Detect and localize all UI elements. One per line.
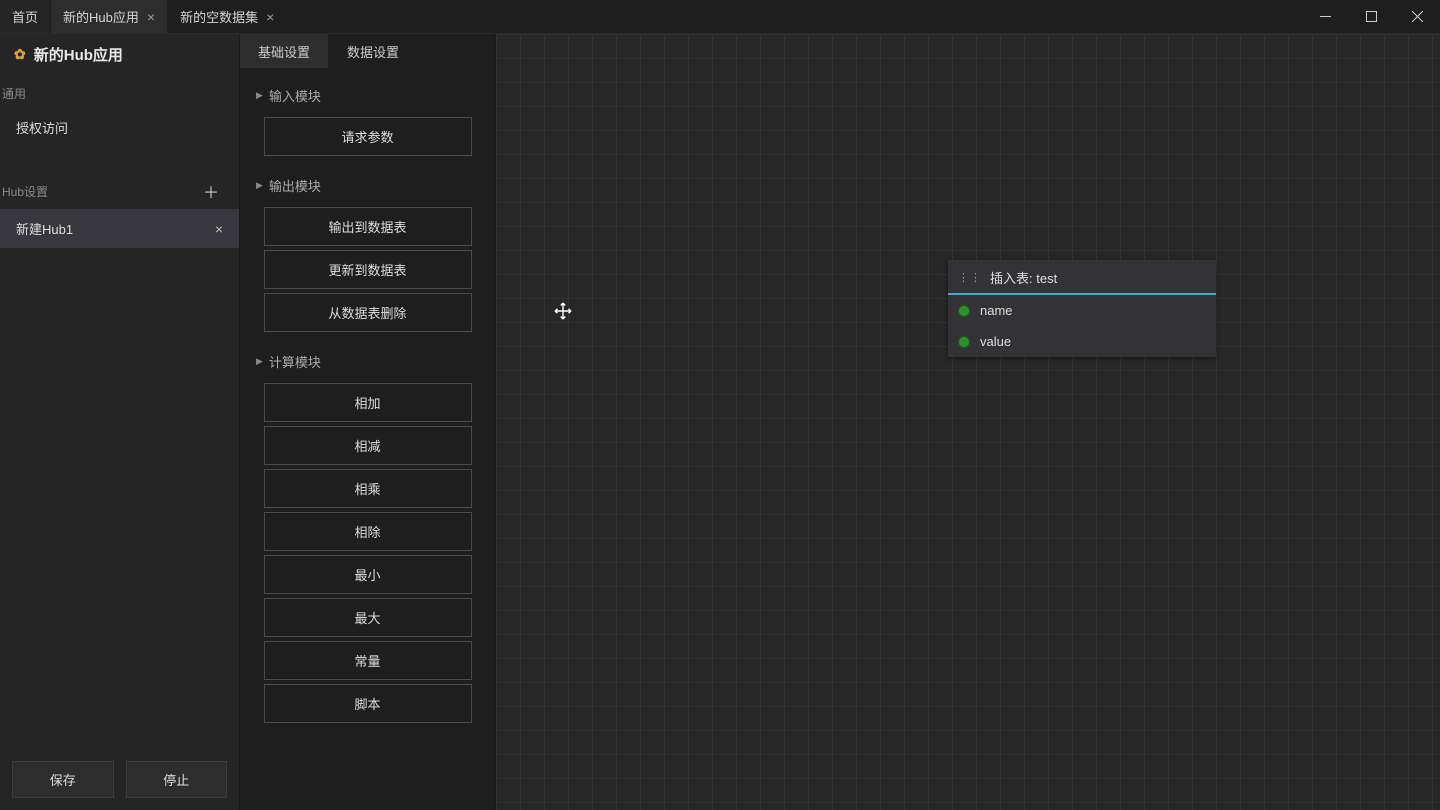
module-request-params[interactable]: 请求参数 bbox=[264, 117, 472, 156]
tab-data-settings[interactable]: 数据设置 bbox=[329, 34, 418, 68]
app-icon: ✿ bbox=[14, 46, 26, 63]
sidebar-item-hub1[interactable]: 新建Hub1 × bbox=[0, 209, 239, 248]
module-divide[interactable]: 相除 bbox=[264, 512, 472, 551]
titlebar: 首页 新的Hub应用 × 新的空数据集 × bbox=[0, 0, 1440, 34]
node-header[interactable]: ⋮⋮ 插入表: test bbox=[948, 260, 1216, 295]
stop-button[interactable]: 停止 bbox=[126, 761, 228, 798]
port-label: value bbox=[980, 334, 1011, 349]
tab-label: 新的Hub应用 bbox=[63, 7, 139, 26]
tab-home[interactable]: 首页 bbox=[0, 0, 51, 33]
maximize-button[interactable] bbox=[1348, 0, 1394, 33]
node-title: 插入表: test bbox=[990, 268, 1057, 287]
tab-hub-app[interactable]: 新的Hub应用 × bbox=[51, 0, 168, 33]
app-title: ✿ 新的Hub应用 bbox=[0, 34, 239, 75]
tab-label: 首页 bbox=[12, 7, 38, 26]
sidebar: ✿ 新的Hub应用 通用 授权访问 Hub设置 ＋ 新建Hub1 × 保存 停止 bbox=[0, 34, 240, 810]
module-subtract[interactable]: 相减 bbox=[264, 426, 472, 465]
module-delete-from-table[interactable]: 从数据表删除 bbox=[264, 293, 472, 332]
chevron-right-icon: ▶ bbox=[256, 356, 263, 367]
port-label: name bbox=[980, 303, 1013, 318]
port-icon[interactable] bbox=[958, 336, 970, 348]
module-add[interactable]: 相加 bbox=[264, 383, 472, 422]
module-max[interactable]: 最大 bbox=[264, 598, 472, 637]
node-insert-table[interactable]: ⋮⋮ 插入表: test name value bbox=[948, 260, 1216, 357]
section-header-general: 通用 bbox=[0, 75, 239, 108]
sidebar-item-auth[interactable]: 授权访问 bbox=[0, 108, 239, 147]
group-header-output[interactable]: ▶ 输出模块 bbox=[256, 166, 479, 203]
port-icon[interactable] bbox=[958, 305, 970, 317]
close-icon[interactable]: × bbox=[266, 9, 274, 25]
window-tabs: 首页 新的Hub应用 × 新的空数据集 × bbox=[0, 0, 287, 33]
node-port-name[interactable]: name bbox=[948, 295, 1216, 326]
chevron-right-icon: ▶ bbox=[256, 90, 263, 101]
module-update-to-table[interactable]: 更新到数据表 bbox=[264, 250, 472, 289]
save-button[interactable]: 保存 bbox=[12, 761, 114, 798]
graph-canvas[interactable]: ⋮⋮ 插入表: test name value bbox=[496, 34, 1440, 810]
module-output-to-table[interactable]: 输出到数据表 bbox=[264, 207, 472, 246]
close-button[interactable] bbox=[1394, 0, 1440, 33]
tab-basic-settings[interactable]: 基础设置 bbox=[240, 34, 329, 68]
app-title-text: 新的Hub应用 bbox=[34, 44, 123, 65]
close-icon[interactable]: × bbox=[215, 221, 223, 237]
tab-empty-dataset[interactable]: 新的空数据集 × bbox=[168, 0, 287, 33]
add-hub-icon[interactable]: ＋ bbox=[203, 179, 225, 203]
move-cursor-icon bbox=[554, 302, 572, 320]
main-content: ✿ 新的Hub应用 通用 授权访问 Hub设置 ＋ 新建Hub1 × 保存 停止… bbox=[0, 34, 1440, 810]
node-port-value[interactable]: value bbox=[948, 326, 1216, 357]
section-header-hub: Hub设置 ＋ bbox=[0, 169, 239, 209]
close-icon[interactable]: × bbox=[147, 9, 155, 25]
window-controls bbox=[1302, 0, 1440, 33]
drag-grip-icon[interactable]: ⋮⋮ bbox=[958, 271, 982, 284]
chevron-right-icon: ▶ bbox=[256, 180, 263, 191]
group-header-input[interactable]: ▶ 输入模块 bbox=[256, 76, 479, 113]
minimize-button[interactable] bbox=[1302, 0, 1348, 33]
module-multiply[interactable]: 相乘 bbox=[264, 469, 472, 508]
module-min[interactable]: 最小 bbox=[264, 555, 472, 594]
group-header-calc[interactable]: ▶ 计算模块 bbox=[256, 342, 479, 379]
tab-label: 新的空数据集 bbox=[180, 7, 258, 26]
palette-tabs: 基础设置 数据设置 bbox=[240, 34, 495, 68]
module-const[interactable]: 常量 bbox=[264, 641, 472, 680]
sidebar-footer: 保存 停止 bbox=[0, 749, 239, 810]
module-script[interactable]: 脚本 bbox=[264, 684, 472, 723]
module-palette: 基础设置 数据设置 ▶ 输入模块 请求参数 ▶ 输出模块 输出到数据表 更新到数… bbox=[240, 34, 496, 810]
palette-body: ▶ 输入模块 请求参数 ▶ 输出模块 输出到数据表 更新到数据表 从数据表删除 … bbox=[240, 68, 495, 735]
